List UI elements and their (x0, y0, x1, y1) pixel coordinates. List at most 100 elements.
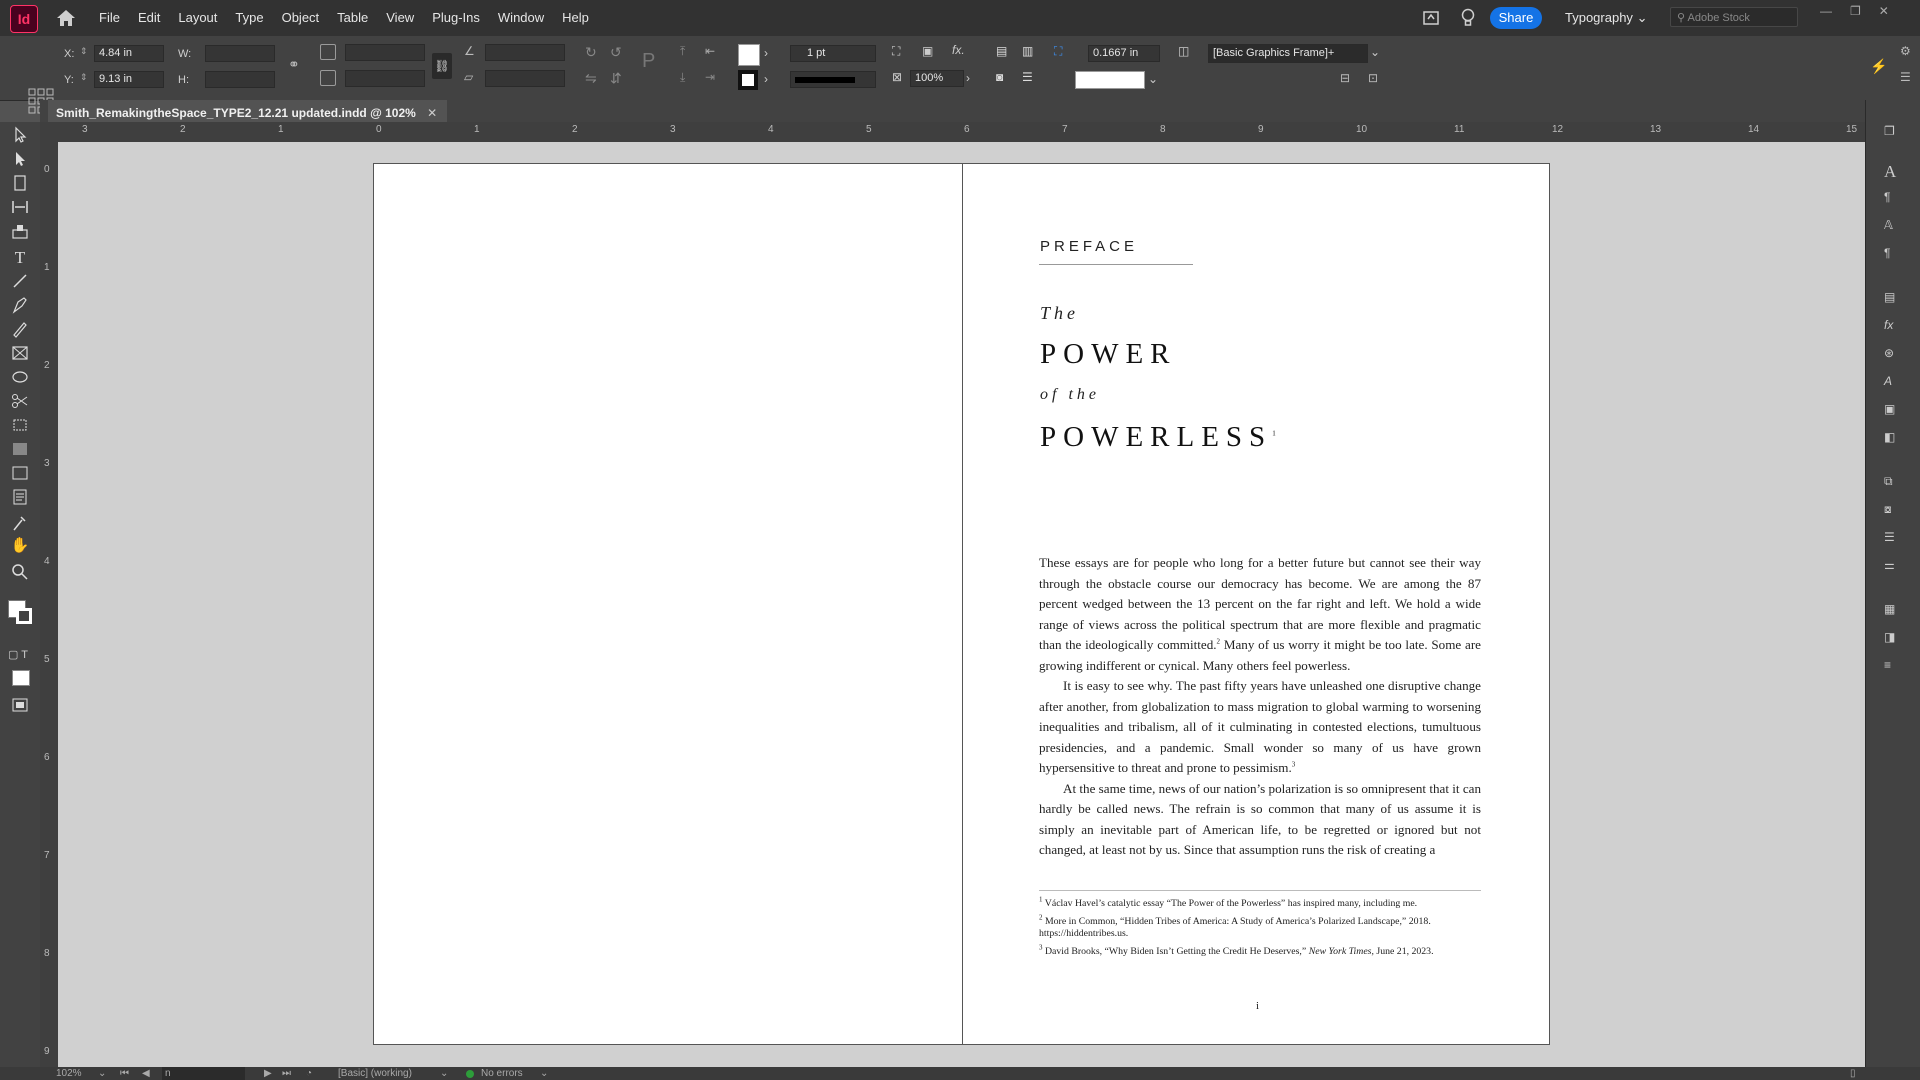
menu-layout[interactable]: Layout (169, 0, 226, 36)
formatting-affects-container-icon[interactable]: ▢ T (8, 648, 34, 668)
content-collector-tool-icon[interactable] (10, 222, 30, 240)
clear-overrides-icon[interactable]: ⊟ (1340, 71, 1350, 85)
horizontal-ruler[interactable]: 3 2 1 0 1 2 3 4 5 6 7 8 9 10 11 12 13 14… (40, 122, 1865, 143)
zoom-tool-icon[interactable] (10, 562, 30, 580)
first-page-icon[interactable]: ⏮ (120, 1067, 129, 1080)
zoom-level-field[interactable]: 102% (56, 1067, 82, 1080)
text-wrap-jump-icon[interactable]: ☰ (1022, 70, 1033, 84)
select-container-icon[interactable]: ⤒ (680, 44, 685, 59)
gradient-feather-tool-icon[interactable] (10, 464, 30, 482)
apply-color-icon[interactable] (12, 670, 30, 686)
body-text-frame[interactable]: These essays are for people who long for… (1039, 553, 1481, 861)
select-next-icon[interactable]: ⇥ (705, 70, 715, 84)
stroke-panel-icon[interactable]: ≡ (1884, 658, 1902, 674)
minimize-icon[interactable]: — (1820, 4, 1832, 18)
panel-menu-icon[interactable]: ☰ (1900, 70, 1911, 84)
menu-view[interactable]: View (377, 0, 423, 36)
publish-online-icon[interactable] (1422, 9, 1440, 27)
stepper-icon[interactable]: ⇕ (80, 46, 88, 57)
preflight-profile[interactable]: [Basic] (working) (338, 1067, 412, 1080)
style-options-icon[interactable]: ⊡ (1368, 71, 1378, 85)
open-page-icon[interactable]: ◔ (306, 1067, 312, 1080)
line-tool-icon[interactable] (10, 272, 30, 290)
select-previous-icon[interactable]: ⇤ (705, 44, 715, 58)
fill-menu-chevron-icon[interactable]: › (764, 46, 768, 60)
title-line-powerless[interactable]: POWERLESS1 (1040, 421, 1283, 454)
stepper-icon[interactable]: ⇕ (80, 72, 88, 83)
preflight-errors[interactable]: No errors (481, 1067, 523, 1080)
stroke-type-select[interactable] (790, 71, 876, 88)
scale-y-field[interactable] (345, 70, 425, 87)
y-position-field[interactable]: 9.13 in (94, 71, 164, 88)
drop-shadow-icon[interactable]: ▣ (922, 44, 933, 58)
menu-file[interactable]: File (90, 0, 129, 36)
chevron-down-icon[interactable]: ⌄ (98, 1067, 106, 1080)
pen-tool-icon[interactable] (10, 296, 30, 314)
object-style-select[interactable]: [Basic Graphics Frame]+ (1208, 44, 1368, 63)
stroke-weight-field[interactable]: 1 pt (790, 45, 876, 62)
links-panel-icon[interactable]: ⧇ (1884, 502, 1902, 518)
select-content-icon[interactable]: ⤓ (680, 70, 685, 85)
paragraph-panel-icon[interactable]: ¶ (1884, 190, 1902, 206)
lightbulb-icon[interactable] (1460, 8, 1476, 28)
title-line-of-the[interactable]: of the (1040, 386, 1100, 404)
type-tool-icon[interactable]: T (10, 248, 30, 267)
text-wrap-shape-icon[interactable]: ◙ (996, 70, 1003, 84)
page-number-field[interactable]: n (162, 1067, 245, 1080)
last-page-icon[interactable]: ⏭ (282, 1067, 291, 1080)
eyedropper-tool-icon[interactable] (10, 514, 30, 532)
chevron-down-icon[interactable]: ⌄ (440, 1067, 448, 1080)
previous-page-icon[interactable]: ◀ (142, 1067, 150, 1080)
gradient-panel-icon[interactable]: ◨ (1884, 630, 1902, 646)
properties-panel-icon[interactable]: ⚌ (1884, 558, 1902, 574)
frame-fitting-icon[interactable]: ⛶ (892, 44, 900, 59)
home-icon[interactable] (56, 9, 76, 27)
gap-tool-icon[interactable] (10, 198, 30, 216)
screen-mode-icon[interactable] (10, 696, 30, 714)
link-scale-icon[interactable]: ⛓ (432, 53, 452, 79)
effects-panel-icon[interactable]: fx (1884, 318, 1902, 334)
paragraph-styles-icon[interactable]: ¶ (1884, 246, 1902, 262)
flip-vertical-icon[interactable]: ⇵ (610, 70, 622, 87)
stroke-menu-chevron-icon[interactable]: › (764, 72, 768, 86)
menu-table[interactable]: Table (328, 0, 377, 36)
ellipse-tool-icon[interactable] (10, 368, 30, 386)
fill-stroke-swatches[interactable] (6, 594, 36, 632)
constrain-proportions-icon[interactable]: ⚭ (288, 56, 300, 73)
text-wrap-bounding-icon[interactable]: ▥ (1022, 44, 1033, 58)
chevron-down-icon[interactable]: ⌄ (1148, 72, 1158, 86)
shear-angle-field[interactable] (485, 70, 565, 87)
height-field[interactable] (205, 71, 275, 88)
menu-type[interactable]: Type (226, 0, 272, 36)
pages-panel-icon[interactable]: ❐ (1884, 124, 1902, 140)
menu-object[interactable]: Object (273, 0, 329, 36)
tabs-panel-icon[interactable]: ◧ (1884, 430, 1902, 446)
next-page-icon[interactable]: ▶ (264, 1067, 272, 1080)
chevron-down-icon[interactable]: ⌄ (540, 1067, 548, 1080)
scale-x-field[interactable] (345, 44, 425, 61)
color-panel-icon[interactable]: ▦ (1884, 602, 1902, 618)
scissors-tool-icon[interactable] (10, 392, 30, 410)
section-heading[interactable]: PREFACE (1040, 238, 1138, 255)
rotation-angle-field[interactable] (485, 44, 565, 61)
x-position-field[interactable]: 4.84 in (94, 45, 164, 62)
title-line-the[interactable]: The (1040, 303, 1079, 324)
note-tool-icon[interactable] (10, 488, 30, 506)
stroke-color-preview[interactable] (1075, 71, 1145, 89)
menu-plug-ins[interactable]: Plug-Ins (423, 0, 489, 36)
text-frame-options-icon[interactable]: ▤ (1884, 290, 1902, 306)
character-panel-icon[interactable]: A (1884, 162, 1902, 181)
vertical-ruler[interactable]: 0 1 2 3 4 5 6 7 8 9 (40, 142, 59, 1067)
rotate-cw-icon[interactable]: ↻ (585, 44, 597, 61)
flip-horizontal-icon[interactable]: ⇋ (585, 70, 597, 87)
hand-tool-icon[interactable]: ✋ (10, 536, 30, 554)
opacity-field[interactable]: 100% (910, 70, 964, 87)
adobe-stock-search-input[interactable]: ⚲ Adobe Stock (1670, 7, 1798, 27)
maximize-icon[interactable]: ❐ (1850, 4, 1861, 18)
auto-fit-icon[interactable]: ⛶ (1054, 44, 1062, 59)
rectangle-frame-tool-icon[interactable] (10, 344, 30, 362)
close-icon[interactable]: ✕ (1879, 4, 1889, 18)
stroke-swatch[interactable] (16, 608, 32, 624)
glyphs-panel-icon[interactable]: A (1884, 374, 1902, 390)
width-field[interactable] (205, 45, 275, 62)
